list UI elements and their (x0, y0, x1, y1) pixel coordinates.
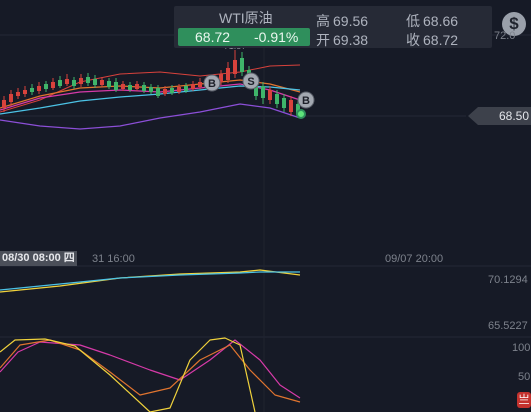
stat-high-value: 69.56 (333, 13, 369, 29)
stat-high: 高 69.56 (316, 11, 368, 31)
indicator1-lower-label: 65.5227 (488, 320, 528, 332)
trade-marker-buy: B (203, 74, 221, 92)
candle-body-20 (142, 85, 146, 91)
time-axis-label-mid: 31 16:00 (92, 253, 135, 265)
candle-body-14 (100, 80, 104, 85)
candle-body-38 (268, 90, 272, 100)
stat-open-label: 开 (316, 32, 330, 48)
price-panel[interactable]: B S B (0, 50, 315, 130)
candle-body-18 (128, 85, 132, 90)
candle-body-16 (114, 82, 118, 90)
indicator-panel-1 (0, 269, 301, 293)
candle-body-5 (37, 86, 41, 91)
ticker-info-card: WTI原油 68.72 -0.91% 高 69.56 低 68.66 开 69.38 … (174, 6, 492, 48)
trade-marker-sell: S (242, 72, 260, 90)
candle-body-17 (121, 84, 125, 89)
price-axis-top-label: 72.0 (494, 30, 516, 42)
candle-body-39 (275, 94, 279, 104)
indicator1-upper-label: 70.1294 (488, 274, 528, 286)
candle-body-22 (156, 88, 160, 96)
candle-body-4 (30, 88, 34, 92)
stat-close: 收 68.72 (406, 30, 458, 50)
alert-icon[interactable]: 亗 (517, 392, 531, 408)
price-badge: 68.72 -0.91% (178, 28, 310, 46)
candle-body-2 (16, 92, 20, 96)
candle-body-0 (2, 100, 6, 108)
instrument-name: WTI原油 (219, 10, 273, 26)
price-change: -0.91% (254, 29, 299, 45)
candle-body-11 (79, 78, 83, 84)
candle-body-33 (233, 60, 237, 74)
indicator2-magenta-line (0, 339, 301, 399)
indicator2-yellow-line (0, 337, 256, 412)
stat-open: 开 69.38 (316, 30, 368, 50)
candle-body-34 (240, 58, 244, 72)
trade-marker-buy: B (297, 91, 315, 109)
candle-body-1 (9, 94, 13, 102)
stat-low-label: 低 (406, 13, 420, 29)
candle-body-25 (177, 87, 181, 92)
stat-close-value: 68.72 (423, 32, 459, 48)
candle-body-32 (226, 68, 230, 80)
candle-body-8 (58, 80, 62, 86)
candle-body-24 (170, 88, 174, 93)
chart-canvas[interactable]: BSB 71.57 (0, 0, 531, 412)
current-price-tag: 68.50 (468, 107, 531, 125)
indicator2-orange-line (0, 339, 301, 403)
candle-body-19 (135, 84, 139, 89)
crosshair-time-label: 08/30 08:00 四 (0, 251, 77, 266)
indicator-panel-2 (0, 337, 301, 412)
candle-body-3 (23, 90, 27, 94)
stat-close-label: 收 (406, 32, 420, 48)
candle-body-23 (163, 89, 167, 94)
candle-body-10 (72, 80, 76, 86)
stat-high-label: 高 (316, 13, 330, 29)
stat-open-value: 69.38 (333, 32, 369, 48)
trade-marker-label: B (208, 78, 216, 90)
candle-body-15 (107, 81, 111, 87)
trade-marker-label: B (302, 95, 310, 107)
candle-body-27 (191, 84, 195, 89)
candle-body-21 (149, 87, 153, 92)
candle-body-40 (282, 98, 286, 108)
candle-body-28 (198, 82, 202, 87)
current-price-dot (296, 109, 306, 119)
candle-body-13 (93, 79, 97, 85)
indicator2-upper-label: 100 (512, 342, 531, 354)
candle-body-12 (86, 77, 90, 83)
time-axis-label-right: 09/07 20:00 (385, 253, 444, 265)
candle-body-41 (289, 100, 293, 112)
indicator2-mid-label: 50 (518, 371, 531, 383)
candle-body-6 (44, 84, 48, 89)
candle-body-9 (65, 79, 69, 84)
stat-low-value: 68.66 (423, 13, 459, 29)
current-price: 68.72 (195, 29, 231, 45)
stat-low: 低 68.66 (406, 11, 458, 31)
indicator1-yellow-line (0, 269, 301, 293)
candle-body-37 (261, 86, 265, 98)
candle-body-26 (184, 86, 188, 91)
candle-body-7 (51, 82, 55, 88)
trade-marker-label: S (247, 76, 254, 88)
